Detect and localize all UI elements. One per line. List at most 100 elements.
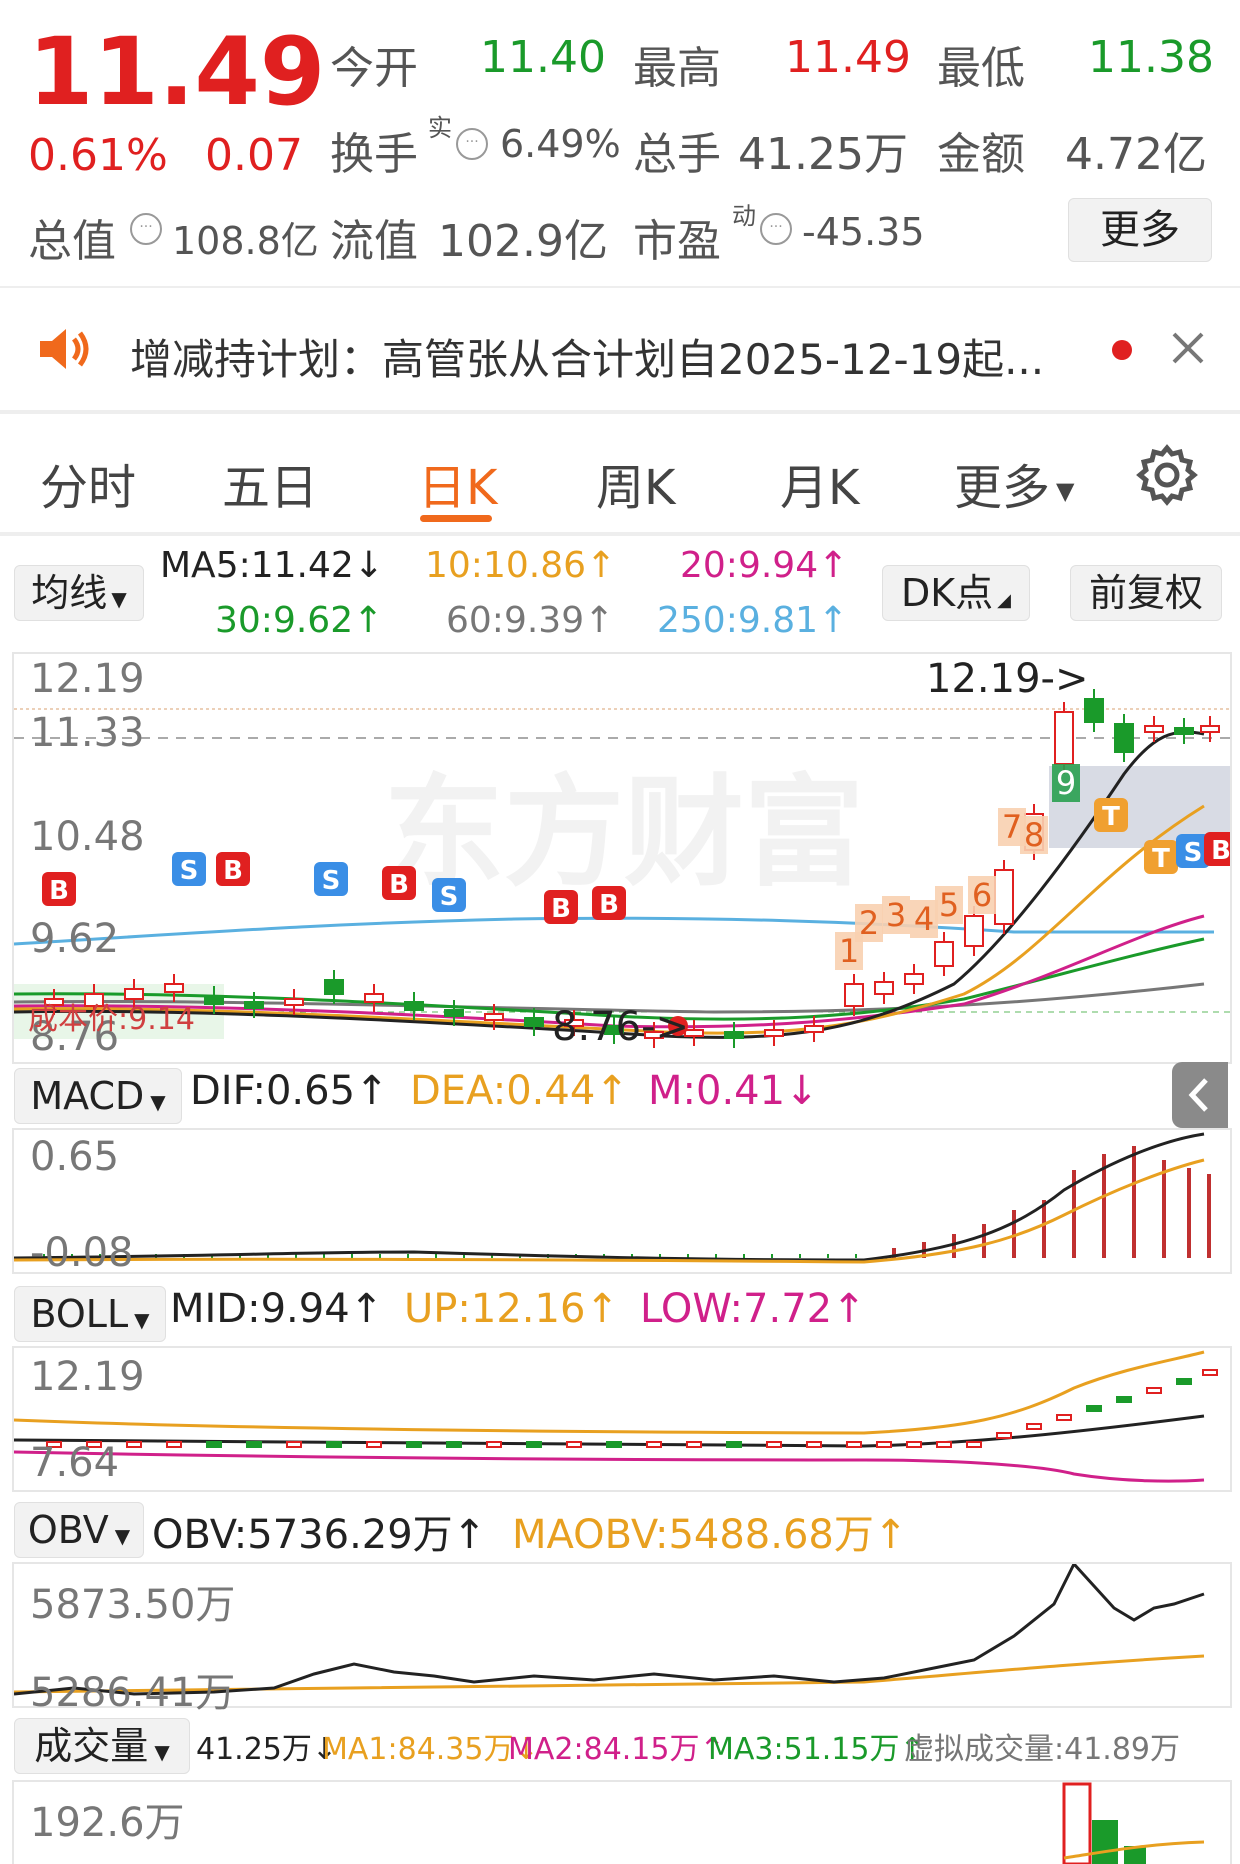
boll-candle — [1026, 1423, 1042, 1430]
volume-selector[interactable]: 成交量 ▼ — [14, 1718, 190, 1774]
boll-up: UP:12.16↑ — [404, 1286, 619, 1332]
high-label: 最高 — [633, 43, 721, 94]
pe-sup: 动 — [732, 202, 756, 230]
volume-value: 41.25万 — [738, 129, 908, 180]
boll-candle — [566, 1441, 582, 1448]
kline-candle — [524, 1017, 544, 1027]
tab-intraday[interactable]: 分时 — [40, 448, 136, 518]
tab-weekly-k[interactable]: 周K — [596, 448, 675, 518]
boll-candle — [646, 1441, 662, 1448]
pe-value: -45.35 — [802, 210, 925, 254]
caret-down-icon: ▼ — [134, 1308, 150, 1332]
boll-candle — [246, 1441, 262, 1448]
volume-chart[interactable]: 192.6万 — [12, 1780, 1232, 1864]
float-label: 流值 — [330, 216, 418, 267]
volume-tick-1: 192.6万 — [30, 1800, 185, 1846]
obv-chart[interactable]: 5873.50万 5286.41万 — [12, 1562, 1232, 1716]
pe-label: 市盈 — [633, 216, 721, 267]
boll-candle — [906, 1441, 922, 1448]
tab-more[interactable]: 更多 ▼ — [954, 448, 1074, 518]
notice-text[interactable]: 增减持计划：高管张从合计划自2025-12-19起... — [130, 326, 1044, 387]
ma250-value: 250:9.81↑ — [657, 600, 849, 641]
kline-candle — [284, 998, 304, 1006]
kline-tick-3: 10.48 — [30, 814, 145, 860]
sequence-marker-label: 7 — [1002, 808, 1022, 846]
signal-marker-label: S — [180, 856, 199, 886]
boll-candle — [766, 1441, 782, 1448]
settings-gear-icon[interactable] — [1136, 444, 1198, 510]
last-price: 11.49 — [28, 18, 326, 127]
boll-low: LOW:7.72↑ — [640, 1286, 866, 1332]
low-label: 最低 — [937, 43, 1025, 94]
macd-chart[interactable]: 0.65 -0.08 — [12, 1128, 1232, 1276]
volume-label: 总手 — [633, 129, 721, 180]
adjust-button[interactable]: 前复权 — [1070, 565, 1222, 621]
kline-candle — [324, 979, 344, 995]
boll-tick-2: 7.64 — [30, 1440, 120, 1486]
high-marker: 12.19-> — [926, 656, 1089, 702]
kline-candle — [1054, 711, 1074, 765]
boll-candle — [966, 1441, 982, 1448]
ma30-value: 30:9.62↑ — [215, 600, 384, 641]
tab-five-day[interactable]: 五日 — [222, 448, 318, 518]
active-tab-indicator — [420, 515, 492, 522]
kline-candle — [874, 981, 894, 995]
kline-candle — [1084, 698, 1104, 723]
float-value: 102.9亿 — [438, 216, 608, 267]
macd-selector[interactable]: MACD ▼ — [14, 1068, 182, 1124]
corner-triangle-icon: ◢ — [997, 590, 1012, 611]
kline-candle — [164, 983, 184, 993]
collapse-panel-button[interactable] — [1172, 1062, 1228, 1128]
boll-candle — [686, 1441, 702, 1448]
mcap-value: 108.8亿 — [172, 219, 319, 263]
kline-candle — [244, 1001, 264, 1009]
boll-chart[interactable]: 12.19 7.64 — [12, 1346, 1232, 1492]
signal-marker-label: S — [322, 866, 341, 896]
dk-point-button[interactable]: DK点 ◢ — [882, 565, 1030, 621]
sequence-marker-label: 9 — [1056, 764, 1076, 802]
obv-selector[interactable]: OBV ▼ — [14, 1502, 144, 1558]
kline-candle — [1114, 723, 1134, 753]
volume-selector-label: 成交量 — [34, 1724, 149, 1768]
turnover-value: 6.49% — [500, 122, 621, 166]
info-icon[interactable]: ··· — [130, 213, 162, 245]
signal-marker-label: S — [440, 882, 459, 912]
close-icon[interactable] — [1168, 328, 1208, 372]
sequence-marker-label: 3 — [886, 896, 906, 934]
kline-candle — [934, 941, 954, 967]
boll-selector[interactable]: BOLL ▼ — [14, 1286, 166, 1342]
boll-candle — [166, 1441, 182, 1448]
open-value: 11.40 — [480, 32, 606, 83]
tab-monthly-k[interactable]: 月K — [780, 448, 859, 518]
signal-marker-label: B — [49, 876, 69, 906]
tab-more-label: 更多 — [954, 460, 1051, 516]
kline-tick-4: 9.62 — [30, 916, 120, 962]
boll-candle — [406, 1441, 422, 1448]
info-icon[interactable]: ··· — [760, 213, 792, 245]
tab-daily-k[interactable]: 日K — [418, 448, 497, 518]
kline-candle — [404, 1001, 424, 1011]
more-button[interactable]: 更多 — [1068, 198, 1212, 262]
boll-candle — [996, 1432, 1012, 1439]
caret-down-icon: ▼ — [111, 587, 127, 611]
boll-candle — [366, 1441, 382, 1448]
signal-marker-label: T — [1102, 802, 1120, 832]
boll-candle — [206, 1441, 222, 1448]
volume-ma1: MA1:84.35万↓ — [322, 1732, 539, 1767]
boll-candle — [126, 1441, 142, 1448]
info-icon[interactable]: ··· — [456, 128, 488, 160]
boll-candle — [1146, 1387, 1162, 1394]
boll-candle — [1056, 1414, 1072, 1421]
kline-chart[interactable]: 东方财富 BSBSBSBBTTSB123456789 12.19 11.33 1… — [12, 652, 1232, 1064]
kline-candle — [994, 869, 1014, 925]
ma10-value: 10:10.86↑ — [425, 545, 617, 586]
kline-candle — [804, 1025, 824, 1033]
macd-dif: DIF:0.65↑ — [190, 1068, 389, 1114]
boll-candle — [1116, 1396, 1132, 1403]
sequence-marker-label: 5 — [939, 886, 959, 924]
sequence-marker-label: 6 — [972, 876, 992, 914]
amount-label: 金额 — [937, 129, 1025, 180]
ma-selector[interactable]: 均线 ▼ — [14, 565, 144, 621]
signal-marker-label: B — [1211, 836, 1230, 866]
macd-tick-2: -0.08 — [30, 1230, 134, 1276]
